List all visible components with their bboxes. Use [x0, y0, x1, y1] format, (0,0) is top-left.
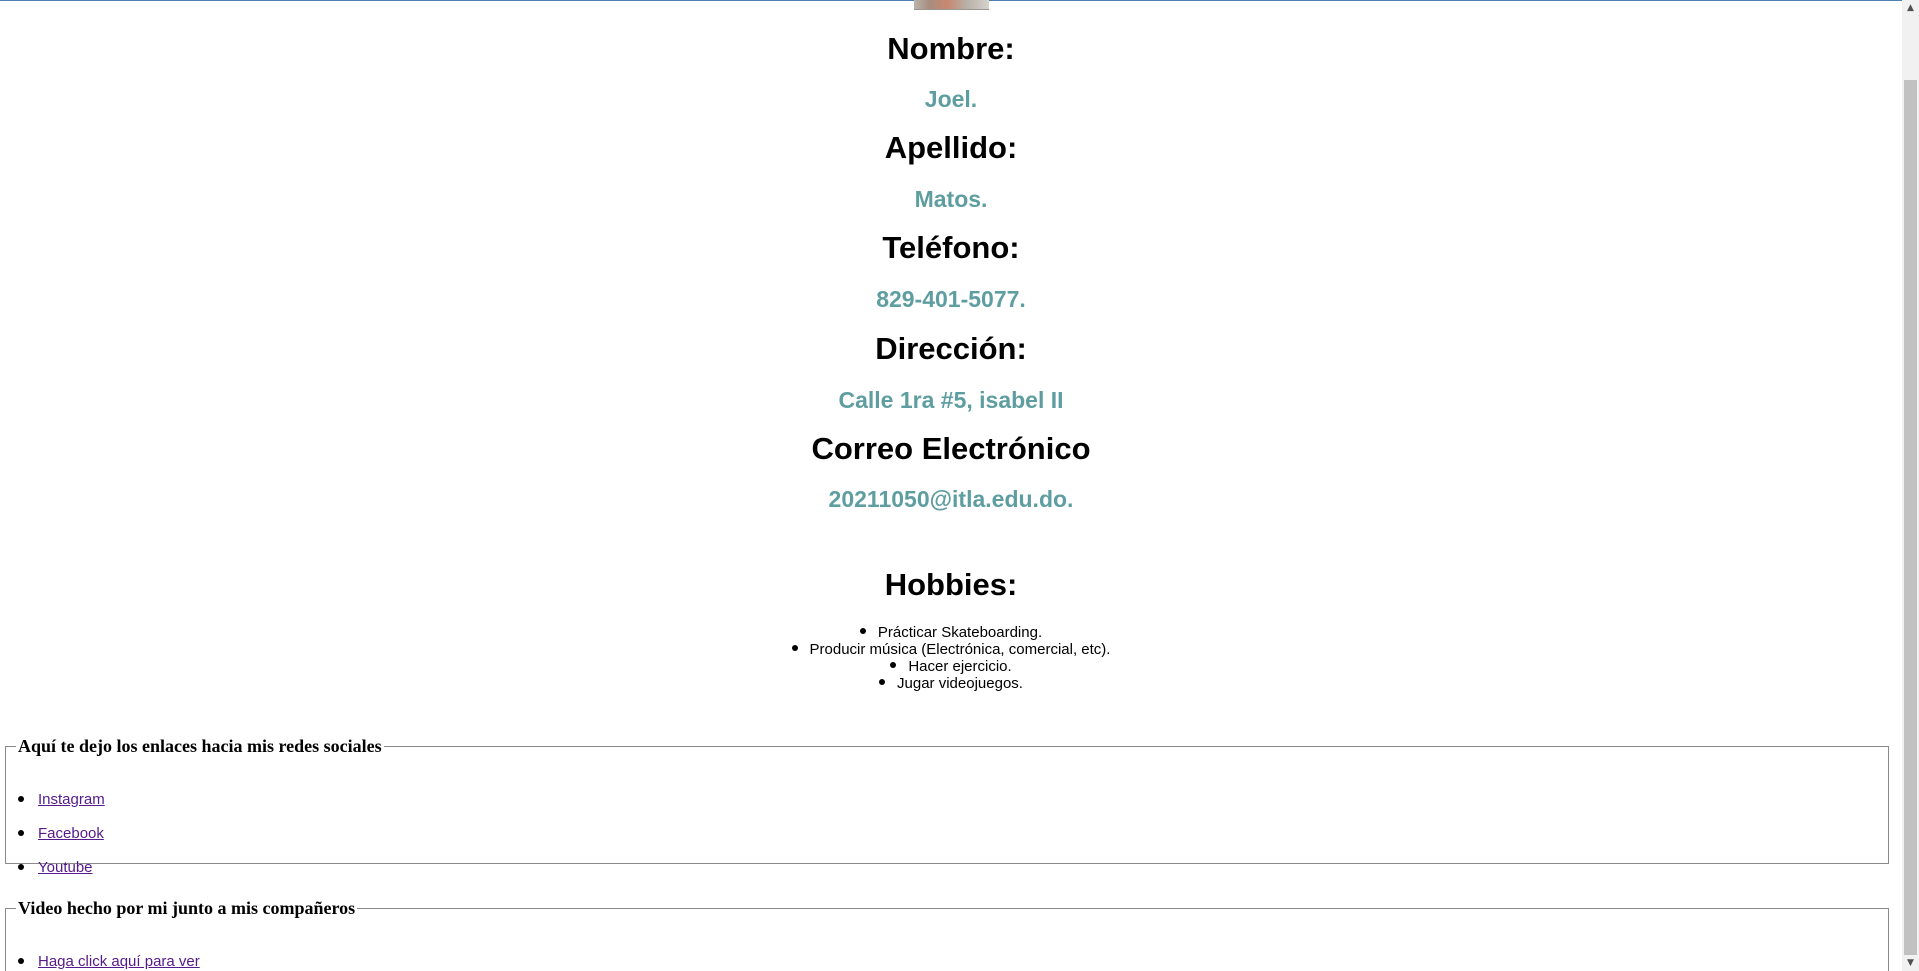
social-links-legend: Aquí te dejo los enlaces hacia mis redes… [18, 736, 382, 756]
scroll-up-arrow-icon[interactable]: ▲ [1902, 0, 1919, 16]
page-content: Nombre: Joel. Apellido: Matos. Teléfono:… [0, 0, 1902, 971]
profile-photo [914, 0, 989, 10]
hobby-text: Producir música (Electrónica, comercial,… [809, 641, 1111, 658]
address-value: Calle 1ra #5, isabel II [838, 387, 1064, 413]
hobby-text: Hacer ejercicio. [908, 658, 1012, 675]
list-item: Youtube [18, 859, 93, 877]
bullet-icon [879, 679, 886, 686]
bullet-icon [791, 645, 798, 652]
scroll-down-arrow-icon[interactable]: ▼ [1902, 955, 1919, 971]
email-value: 20211050@itla.edu.do. [828, 486, 1074, 512]
video-legend: Video hecho por mi junto a mis compañero… [18, 898, 356, 918]
hobby-text: Prácticar Skateboarding. [877, 624, 1043, 641]
phone-value: 829-401-5077. [876, 286, 1026, 312]
hobbies-list: Prácticar Skateboarding. Producir música… [0, 624, 1902, 692]
scrollbar-thumb[interactable] [1904, 80, 1917, 955]
name-label: Nombre: [887, 31, 1015, 66]
social-links-fieldset: Aquí te dejo los enlaces hacia mis redes… [5, 735, 1889, 876]
facebook-link[interactable]: Facebook [38, 825, 104, 842]
hobby-text: Jugar videojuegos. [897, 675, 1023, 692]
hobbies-title: Hobbies: [884, 567, 1018, 602]
phone-label: Teléfono: [882, 230, 1020, 265]
list-item: Jugar videojuegos. [0, 675, 1902, 692]
bullet-icon [890, 662, 897, 669]
instagram-link[interactable]: Instagram [38, 791, 105, 808]
bullet-icon [18, 864, 24, 871]
list-item: Producir música (Electrónica, comercial,… [0, 641, 1902, 658]
list-item: Haga click aquí para ver [18, 953, 200, 971]
video-fieldset: Video hecho por mi junto a mis compañero… [5, 897, 1889, 971]
surname-value: Matos. [914, 186, 988, 212]
email-label: Correo Electrónico [811, 431, 1091, 466]
bullet-icon [18, 958, 24, 965]
surname-label: Apellido: [884, 130, 1018, 165]
bullet-icon [18, 796, 24, 803]
bullet-icon [18, 830, 24, 837]
vertical-scrollbar[interactable]: ▲ ▼ [1902, 0, 1919, 971]
bullet-icon [859, 628, 866, 635]
address-label: Dirección: [875, 331, 1027, 366]
youtube-link[interactable]: Youtube [38, 859, 93, 876]
list-item: Instagram [18, 791, 105, 809]
list-item: Hacer ejercicio. [0, 658, 1902, 675]
list-item: Facebook [18, 825, 104, 843]
video-link[interactable]: Haga click aquí para ver [38, 953, 200, 970]
name-value: Joel. [924, 86, 978, 112]
list-item: Prácticar Skateboarding. [0, 624, 1902, 641]
